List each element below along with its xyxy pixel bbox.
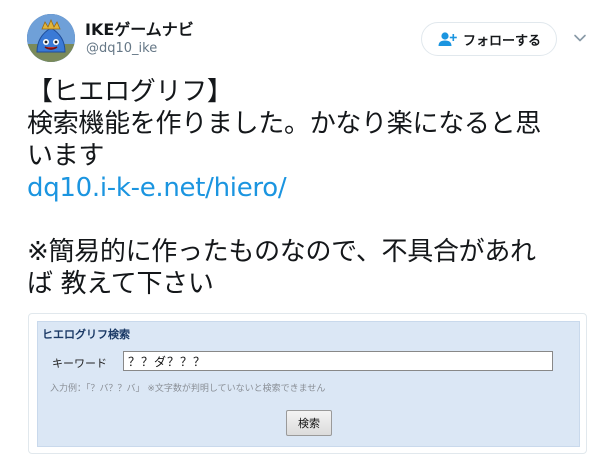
tweet-line: 【ヒエログリフ】 — [27, 77, 233, 107]
tweet-line: 検索機能を作りました。かなり楽になると思 — [27, 109, 542, 139]
search-form-panel: ヒエログリフ検索 キーワード ？？ダ？？？ 入力例：「？バ？？バ」 ※文字数が判… — [37, 321, 580, 447]
tweet-link[interactable]: dq10.i-k-e.net/hiero/ — [27, 172, 597, 204]
form-title: ヒエログリフ検索 — [42, 328, 130, 341]
slime-avatar-icon[interactable] — [27, 14, 75, 62]
follow-button[interactable]: フォローする — [421, 22, 557, 56]
follow-user-icon — [437, 31, 457, 47]
attached-image-card[interactable]: ヒエログリフ検索 キーワード ？？ダ？？？ 入力例：「？バ？？バ」 ※文字数が判… — [28, 313, 587, 454]
tweet-line: ば 教えて下さい — [27, 269, 214, 299]
tweet-text: 【ヒエログリフ】 検索機能を作りました。かなり楽になると思 います dq10.i… — [27, 76, 597, 300]
keyword-label: キーワード — [52, 357, 107, 370]
tweet-line: います — [27, 141, 105, 171]
author-handle[interactable]: @dq10_ike — [86, 41, 157, 56]
chevron-down-icon[interactable] — [573, 31, 587, 45]
author-display-name[interactable]: IKEゲームナビ — [85, 16, 194, 40]
input-hint: 入力例：「？バ？？バ」 ※文字数が判明していないと検索できません — [50, 384, 326, 394]
keyword-input: ？？ダ？？？ — [123, 351, 553, 371]
tweet-line: ※簡易的に作ったものなので、不具合があれ — [27, 237, 536, 267]
follow-button-label: フォローする — [462, 33, 541, 49]
search-button: 検索 — [286, 410, 332, 436]
